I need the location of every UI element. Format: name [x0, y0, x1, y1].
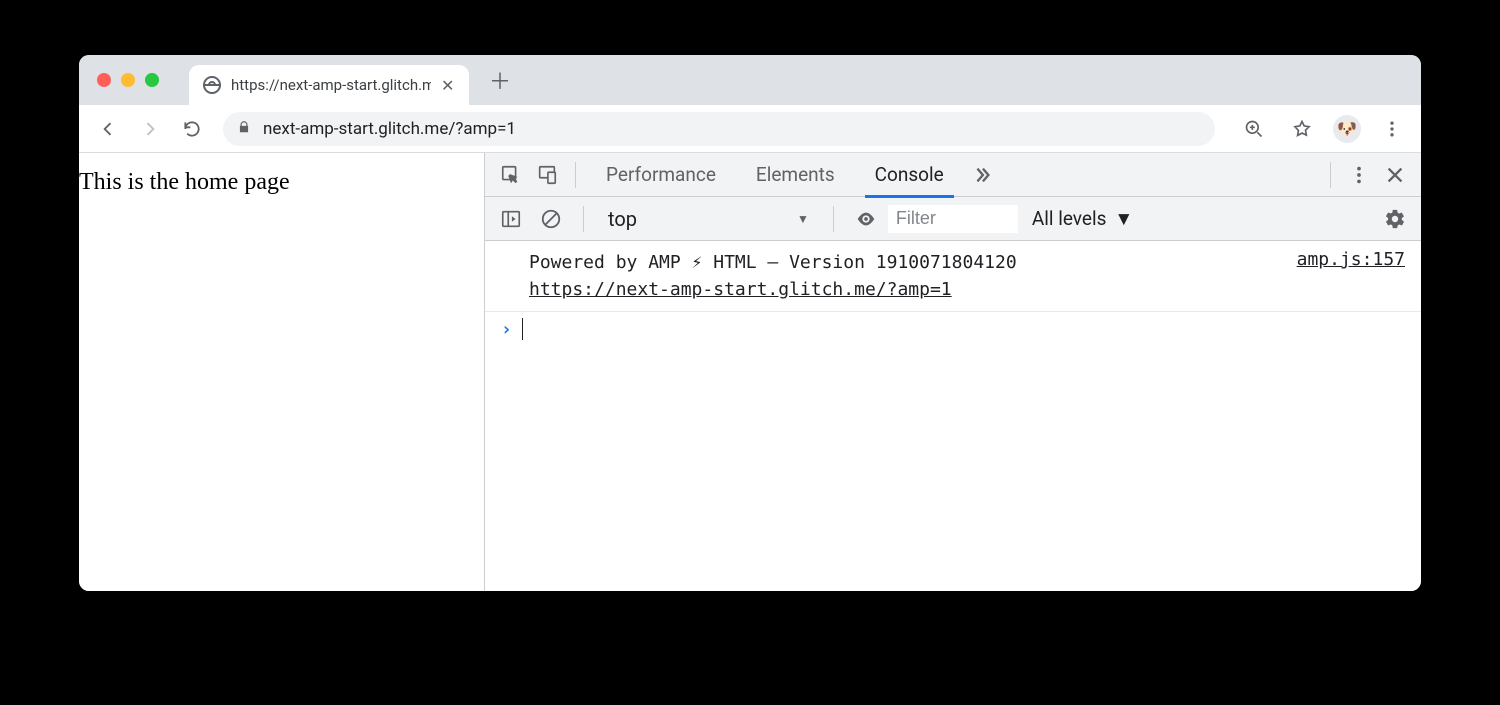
divider: [575, 162, 576, 188]
minimize-window-button[interactable]: [121, 73, 135, 87]
close-devtools-button[interactable]: [1377, 157, 1413, 193]
tab-performance-label: Performance: [606, 163, 716, 186]
close-tab-button[interactable]: ✕: [441, 76, 454, 95]
toolbar-actions: 🐶: [1237, 112, 1409, 146]
tab-console-label: Console: [875, 163, 944, 186]
tab-console[interactable]: Console: [855, 153, 964, 197]
log-line-2-link[interactable]: https://next-amp-start.glitch.me/?amp=1: [529, 279, 952, 300]
toggle-sidebar-icon[interactable]: [493, 201, 529, 237]
log-line-1: Powered by AMP ⚡ HTML – Version 19100718…: [529, 252, 1017, 273]
page-viewport: This is the home page: [79, 153, 484, 591]
console-settings-icon[interactable]: [1377, 201, 1413, 237]
device-toolbar-icon[interactable]: [529, 157, 565, 193]
inspect-element-icon[interactable]: [493, 157, 529, 193]
browser-window: https://next-amp-start.glitch.m ✕ ＋ next…: [79, 55, 1421, 591]
browser-menu-button[interactable]: [1375, 112, 1409, 146]
address-bar[interactable]: next-amp-start.glitch.me/?amp=1: [223, 112, 1215, 146]
bookmark-star-icon[interactable]: [1285, 112, 1319, 146]
tab-strip: https://next-amp-start.glitch.m ✕ ＋: [79, 55, 1421, 105]
log-message-text: Powered by AMP ⚡ HTML – Version 19100718…: [529, 249, 1281, 303]
lock-icon: [237, 119, 251, 138]
filter-input[interactable]: [888, 205, 1018, 233]
browser-toolbar: next-amp-start.glitch.me/?amp=1 🐶: [79, 105, 1421, 153]
log-source-link[interactable]: amp.js:157: [1297, 249, 1405, 303]
close-window-button[interactable]: [97, 73, 111, 87]
browser-tab[interactable]: https://next-amp-start.glitch.m ✕: [189, 65, 469, 105]
divider: [1330, 162, 1331, 188]
text-cursor: [522, 318, 524, 340]
console-output: Powered by AMP ⚡ HTML – Version 19100718…: [485, 241, 1421, 591]
zoom-icon[interactable]: [1237, 112, 1271, 146]
tab-title: https://next-amp-start.glitch.m: [231, 76, 431, 94]
console-prompt[interactable]: ›: [485, 312, 1421, 346]
tab-performance[interactable]: Performance: [586, 153, 736, 197]
execution-context-selector[interactable]: top ▼: [598, 203, 819, 235]
reload-button[interactable]: [175, 112, 209, 146]
back-button[interactable]: [91, 112, 125, 146]
content-area: This is the home page Performance Elemen…: [79, 153, 1421, 591]
live-expression-icon[interactable]: [848, 201, 884, 237]
devtools-tab-bar: Performance Elements Console: [485, 153, 1421, 197]
devtools-menu-button[interactable]: [1341, 157, 1377, 193]
console-message[interactable]: Powered by AMP ⚡ HTML – Version 19100718…: [485, 241, 1421, 312]
maximize-window-button[interactable]: [145, 73, 159, 87]
page-text: This is the home page: [79, 169, 290, 195]
url-text: next-amp-start.glitch.me/?amp=1: [263, 119, 516, 139]
divider: [583, 206, 584, 232]
chevron-down-icon: ▼: [797, 212, 809, 226]
prompt-caret-icon: ›: [501, 319, 512, 340]
devtools-panel: Performance Elements Console: [484, 153, 1421, 591]
console-toolbar: top ▼ All levels ▼: [485, 197, 1421, 241]
globe-icon: [203, 76, 221, 94]
context-label: top: [608, 207, 637, 231]
divider: [833, 206, 834, 232]
profile-avatar[interactable]: 🐶: [1333, 115, 1361, 143]
new-tab-button[interactable]: ＋: [483, 63, 517, 97]
window-controls: [97, 73, 159, 87]
tab-elements[interactable]: Elements: [736, 153, 855, 197]
levels-label: All levels: [1032, 207, 1107, 230]
chevron-down-icon: ▼: [1114, 207, 1133, 231]
tab-elements-label: Elements: [756, 163, 835, 186]
clear-console-icon[interactable]: [533, 201, 569, 237]
forward-button[interactable]: [133, 112, 167, 146]
more-tabs-icon[interactable]: [964, 157, 1000, 193]
log-levels-selector[interactable]: All levels ▼: [1022, 207, 1143, 231]
